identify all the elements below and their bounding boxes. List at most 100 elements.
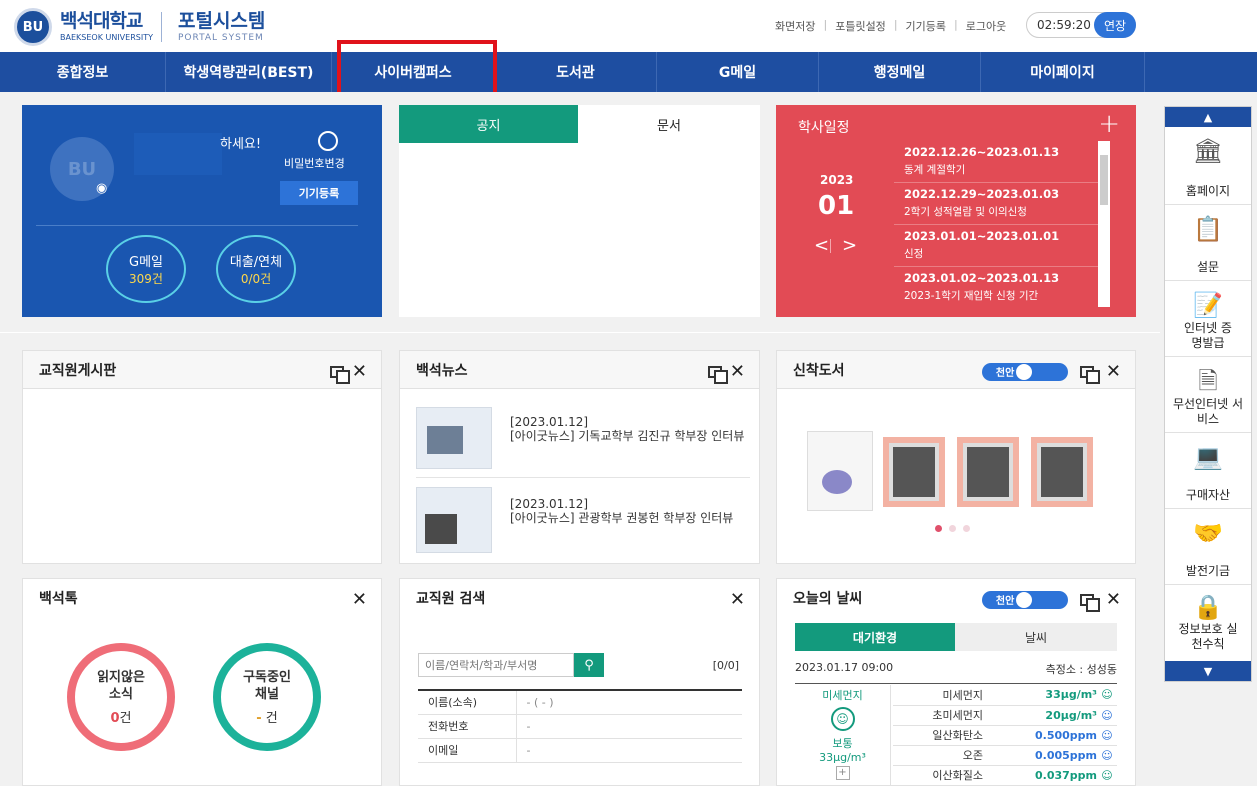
nav-item-mypage[interactable]: 마이페이지 bbox=[981, 52, 1145, 92]
news-item[interactable]: [2023.01.12] [아이굿뉴스] 관광학부 권봉헌 학부장 인터뷰 bbox=[510, 497, 750, 525]
staff-search-input[interactable] bbox=[418, 653, 574, 677]
loan-circle[interactable]: 대출/연체 0/0건 bbox=[216, 235, 296, 303]
close-icon[interactable]: ✕ bbox=[352, 361, 367, 382]
subscribed-circle[interactable]: 구독중인 채널 - 건 bbox=[213, 643, 321, 751]
close-icon[interactable]: ✕ bbox=[730, 589, 745, 610]
smile-icon: ☺ bbox=[1101, 708, 1113, 722]
add-icon[interactable]: + bbox=[835, 766, 850, 780]
carousel-dot[interactable] bbox=[935, 525, 942, 532]
next-month-icon[interactable]: > bbox=[842, 235, 857, 256]
camera-icon[interactable]: ◉ bbox=[96, 181, 107, 196]
staff-search-title: 교직원 검색 bbox=[416, 591, 486, 607]
book-cover[interactable] bbox=[957, 437, 1019, 507]
expand-icon[interactable] bbox=[707, 365, 728, 384]
tab-weather[interactable]: 날씨 bbox=[955, 623, 1117, 651]
news-item[interactable]: [2023.01.12] [아이굿뉴스] 기독교학부 김진규 학부장 인터뷰 bbox=[510, 415, 750, 443]
unread-circle[interactable]: 읽지않은 소식 0건 bbox=[67, 643, 175, 751]
nav-item-gmail[interactable]: G메일 bbox=[657, 52, 819, 92]
loan-count: 0/0건 bbox=[240, 272, 272, 286]
campus-toggle[interactable]: 천안 bbox=[981, 590, 1068, 609]
weather-station: 측정소 : 성성동 bbox=[1045, 663, 1117, 676]
smile-icon: ☺ bbox=[1101, 768, 1113, 782]
table-row: 초미세먼지 20μg/m³ ☺ bbox=[893, 705, 1117, 725]
smile-icon: ☺ bbox=[830, 707, 855, 731]
quick-item-purchase[interactable]: 💻 구매자산 bbox=[1165, 433, 1251, 509]
event-scrollbar[interactable] bbox=[1098, 141, 1110, 307]
event-item[interactable]: 2022.12.29~2023.01.03 2학기 성적열람 및 이의신청 bbox=[894, 183, 1110, 225]
tab-documents[interactable]: 문서 bbox=[578, 105, 760, 143]
news-title: 백석뉴스 bbox=[416, 362, 468, 379]
expand-icon[interactable] bbox=[1079, 365, 1100, 384]
news-thumbnail[interactable] bbox=[416, 487, 492, 553]
gmail-label: G메일 bbox=[129, 255, 163, 270]
carousel-dot[interactable] bbox=[963, 525, 970, 532]
calendar-title: 학사일정 bbox=[798, 120, 850, 136]
toggle-knob bbox=[1015, 363, 1032, 380]
quick-item-security[interactable]: 🔒 정보보호 실천수칙 bbox=[1165, 585, 1251, 657]
calendar-year: 2023 bbox=[820, 173, 854, 187]
nav-item-general-info[interactable]: 종합정보 bbox=[0, 52, 166, 92]
device-register-link[interactable]: 기기등록 bbox=[906, 18, 946, 34]
expand-icon[interactable] bbox=[329, 365, 350, 384]
user-name-mask bbox=[134, 133, 222, 175]
expand-icon[interactable] bbox=[1079, 593, 1100, 612]
quick-item-certificate[interactable]: 📝 인터넷 증명발급 bbox=[1165, 281, 1251, 357]
plus-icon[interactable]: + bbox=[1098, 109, 1120, 139]
academic-calendar: 학사일정 + 2023 01 < > 2022.12.26~2023.01.13… bbox=[776, 105, 1136, 317]
campus-toggle[interactable]: 천안 bbox=[981, 362, 1068, 381]
close-icon[interactable]: ✕ bbox=[1106, 589, 1121, 610]
prev-month-icon[interactable]: < bbox=[814, 235, 829, 256]
quick-item-survey[interactable]: 📋 설문 bbox=[1165, 205, 1251, 281]
handshake-icon: 🤝 bbox=[1193, 519, 1223, 547]
document-stack-icon: 🗎 bbox=[1198, 367, 1218, 395]
scroll-down-icon[interactable]: ▼ bbox=[1165, 661, 1251, 681]
search-icon[interactable]: ⚲ bbox=[574, 653, 604, 677]
news-panel: 백석뉴스 ✕ [2023.01.12] [아이굿뉴스] 기독교학부 김진규 학부… bbox=[399, 350, 760, 564]
scrollbar-thumb[interactable] bbox=[1100, 155, 1108, 205]
event-item[interactable]: 2022.12.26~2023.01.13 동계 계절학기 bbox=[894, 141, 1110, 183]
extend-button[interactable]: 연장 bbox=[1094, 12, 1136, 38]
staff-board-panel: 교직원게시판 ✕ bbox=[22, 350, 382, 564]
book-cover[interactable] bbox=[1031, 437, 1093, 507]
thumbnail-image bbox=[425, 514, 457, 544]
password-change-link[interactable]: 비밀번호변경 bbox=[284, 155, 345, 171]
search-count: [0/0] bbox=[712, 659, 739, 672]
book-cover[interactable] bbox=[807, 431, 873, 511]
logo-divider bbox=[160, 12, 162, 42]
book-cover[interactable] bbox=[883, 437, 945, 507]
nav-item-admin-mail[interactable]: 행정메일 bbox=[819, 52, 981, 92]
building-icon: 🏛 bbox=[1192, 137, 1224, 165]
event-item[interactable]: 2023.01.02~2023.01.13 2023-1학기 재입학 신청 기간 bbox=[894, 267, 1110, 309]
event-item[interactable]: 2023.01.01~2023.01.01 신정 bbox=[894, 225, 1110, 267]
university-logo[interactable]: BU 백석대학교 BAEKSEOK UNIVERSITY 포털시스템 PORTA… bbox=[14, 8, 265, 46]
logout-link[interactable]: 로그아웃 bbox=[966, 18, 1006, 34]
news-thumbnail[interactable] bbox=[416, 407, 492, 469]
quick-item-homepage[interactable]: 🏛 홈페이지 bbox=[1165, 127, 1251, 205]
close-icon[interactable]: ✕ bbox=[1106, 361, 1121, 382]
password-icon[interactable] bbox=[318, 131, 338, 151]
gmail-circle[interactable]: G메일 309건 bbox=[106, 235, 186, 303]
table-row: 일산화탄소 0.500ppm ☺ bbox=[893, 725, 1117, 745]
link-divider: | bbox=[893, 18, 898, 31]
smile-icon: ☺ bbox=[1101, 688, 1113, 702]
nav-item-library[interactable]: 도서관 bbox=[495, 52, 657, 92]
staff-search-panel: 교직원 검색 ✕ ⚲ [0/0] 이름(소속) - ( - ) 전화번호 - 이… bbox=[399, 578, 760, 786]
close-icon[interactable]: ✕ bbox=[730, 361, 745, 382]
portlet-settings-link[interactable]: 포틀릿설정 bbox=[835, 18, 886, 34]
device-register-button[interactable]: 기기등록 bbox=[280, 181, 358, 205]
tab-air-quality[interactable]: 대기환경 bbox=[795, 623, 955, 651]
carousel-dots bbox=[935, 525, 970, 532]
quick-item-wifi[interactable]: 🗎 무선인터넷 서비스 bbox=[1165, 357, 1251, 433]
main-nav: 종합정보 학생역량관리(BEST) 사이버캠퍼스 도서관 G메일 행정메일 마이… bbox=[0, 52, 1257, 92]
nav-item-best[interactable]: 학생역량관리(BEST) bbox=[166, 52, 332, 92]
table-row: 오존 0.005ppm ☺ bbox=[893, 745, 1117, 765]
scroll-up-icon[interactable]: ▲ bbox=[1165, 107, 1251, 127]
tab-notice[interactable]: 공지 bbox=[399, 105, 578, 143]
save-screen-link[interactable]: 화면저장 bbox=[775, 18, 815, 34]
quick-item-fund[interactable]: 🤝 발전기금 bbox=[1165, 509, 1251, 585]
carousel-dot[interactable] bbox=[949, 525, 956, 532]
close-icon[interactable]: ✕ bbox=[352, 589, 367, 610]
talk-title: 백석톡 bbox=[39, 591, 78, 607]
new-books-title: 신착도서 bbox=[793, 362, 845, 379]
book-image bbox=[1037, 443, 1087, 501]
